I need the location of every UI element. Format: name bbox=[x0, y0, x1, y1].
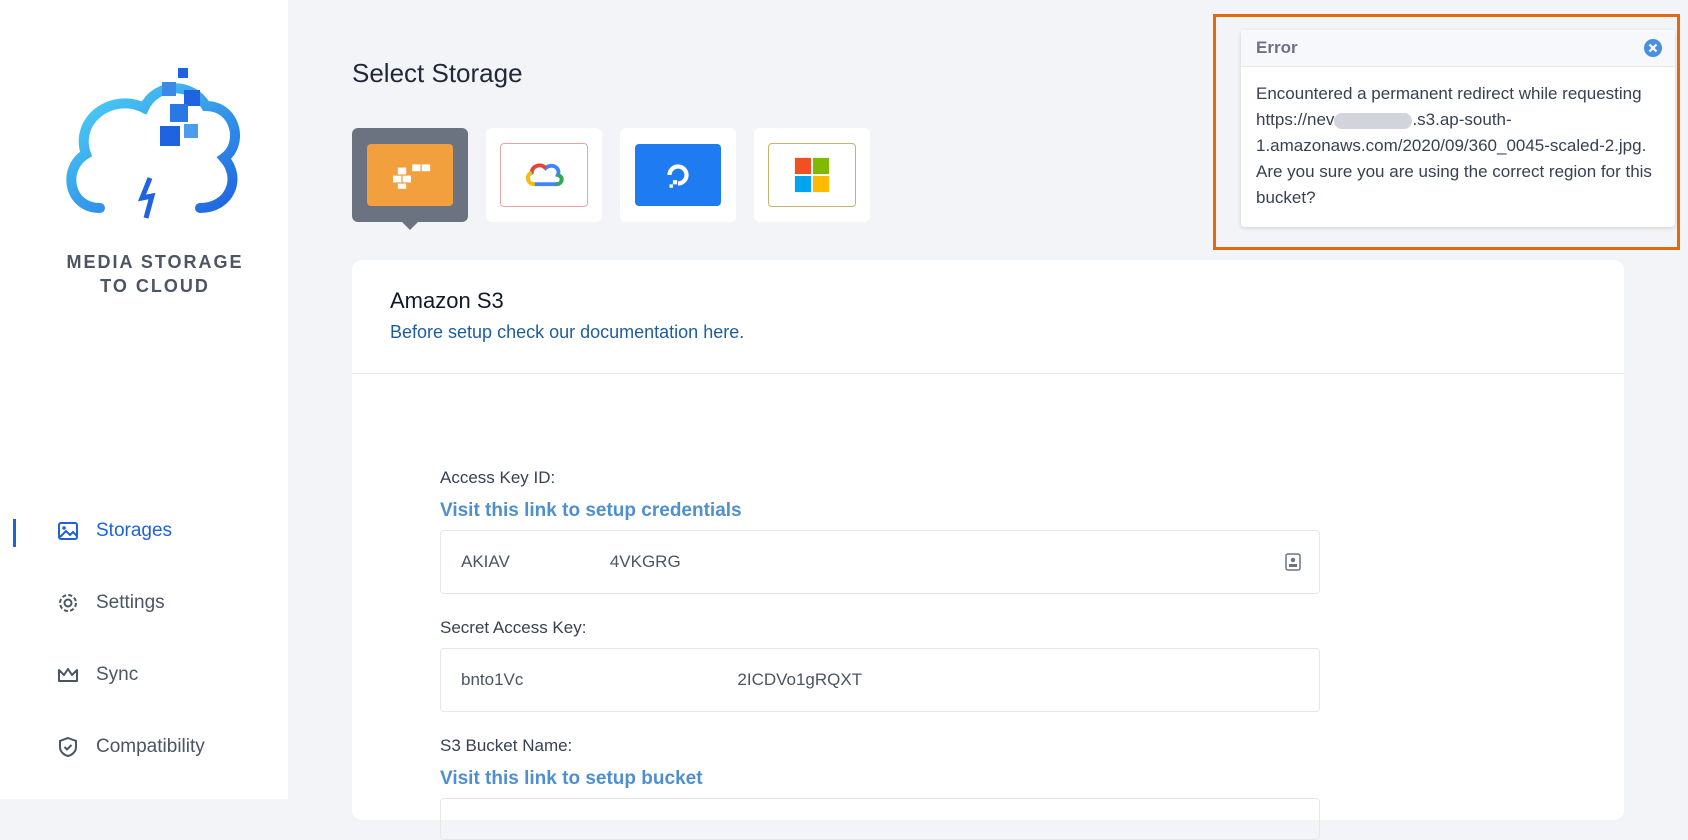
page-title: Select Storage bbox=[352, 58, 523, 88]
error-title: Error bbox=[1256, 38, 1298, 57]
access-key-value-end: 4VKGRG bbox=[609, 552, 681, 571]
gear-icon bbox=[56, 591, 80, 615]
sidebar-item-storages[interactable]: Storages bbox=[0, 495, 288, 567]
redacted-region bbox=[523, 673, 738, 687]
brand-name: MEDIA STORAGE TO CLOUD bbox=[40, 250, 270, 298]
access-key-input[interactable]: AKIAV 4VKGRG bbox=[440, 530, 1320, 594]
card-header: Amazon S3 Before setup check our documen… bbox=[352, 260, 1624, 374]
secret-key-value-end: 2ICDVo1gRQXT bbox=[737, 670, 863, 689]
bucket-setup-link[interactable]: Visit this link to setup bucket bbox=[440, 768, 1320, 790]
sidebar-item-settings[interactable]: Settings bbox=[0, 567, 288, 639]
error-message: Encountered a permanent redirect while r… bbox=[1241, 67, 1675, 211]
redacted-region bbox=[509, 555, 610, 569]
sidebar-item-label: Settings bbox=[96, 592, 165, 613]
provider-amazon-s3[interactable] bbox=[352, 128, 468, 230]
shield-check-icon bbox=[56, 735, 80, 759]
provider-digitalocean[interactable] bbox=[620, 128, 736, 222]
redacted-region bbox=[1334, 112, 1413, 129]
secret-key-value-start: bnto1Vc bbox=[461, 670, 524, 689]
sidebar-nav: Storages Settings Sync Compatibility bbox=[0, 495, 288, 783]
bucket-name-input[interactable] bbox=[440, 798, 1320, 840]
card-title: Amazon S3 bbox=[390, 288, 504, 313]
documentation-link[interactable]: Before setup check our documentation her… bbox=[390, 322, 1586, 343]
provider-google-cloud[interactable] bbox=[486, 128, 602, 222]
sidebar-item-label: Sync bbox=[96, 664, 139, 685]
crown-icon bbox=[56, 663, 80, 687]
secret-key-label: Secret Access Key: bbox=[440, 618, 587, 637]
sidebar-item-label: Storages bbox=[96, 520, 173, 541]
close-icon[interactable] bbox=[1643, 38, 1663, 58]
sidebar-item-sync[interactable]: Sync bbox=[0, 639, 288, 711]
provider-microsoft-azure[interactable] bbox=[754, 128, 870, 222]
sidebar-item-label: Compatibility bbox=[96, 736, 205, 757]
sidebar: MEDIA STORAGE TO CLOUD Storages Settings… bbox=[0, 0, 288, 799]
contact-card-icon[interactable] bbox=[1285, 553, 1301, 571]
credentials-form: Access Key ID: Visit this link to setup … bbox=[440, 468, 1320, 840]
credentials-link[interactable]: Visit this link to setup credentials bbox=[440, 500, 1320, 522]
brand-line-2: TO CLOUD bbox=[100, 276, 210, 296]
microsoft-icon bbox=[768, 143, 856, 207]
bucket-name-label: S3 Bucket Name: bbox=[440, 736, 573, 755]
digitalocean-icon bbox=[635, 144, 721, 206]
error-notification: Error Encountered a permanent redirect w… bbox=[1241, 30, 1675, 227]
image-icon bbox=[56, 519, 80, 543]
sidebar-item-compatibility[interactable]: Compatibility bbox=[0, 711, 288, 783]
aws-blocks-icon bbox=[367, 144, 453, 206]
access-key-label: Access Key ID: bbox=[440, 468, 556, 487]
error-header: Error bbox=[1241, 30, 1675, 67]
access-key-value-start: AKIAV bbox=[461, 552, 510, 571]
brand-line-1: MEDIA STORAGE bbox=[66, 252, 244, 272]
secret-key-input[interactable]: bnto1Vc 2ICDVo1gRQXT bbox=[440, 648, 1320, 712]
google-cloud-icon bbox=[500, 143, 588, 207]
storage-settings-card: Amazon S3 Before setup check our documen… bbox=[352, 260, 1624, 840]
storage-provider-list bbox=[352, 128, 888, 230]
cloud-logo-icon bbox=[66, 68, 240, 219]
